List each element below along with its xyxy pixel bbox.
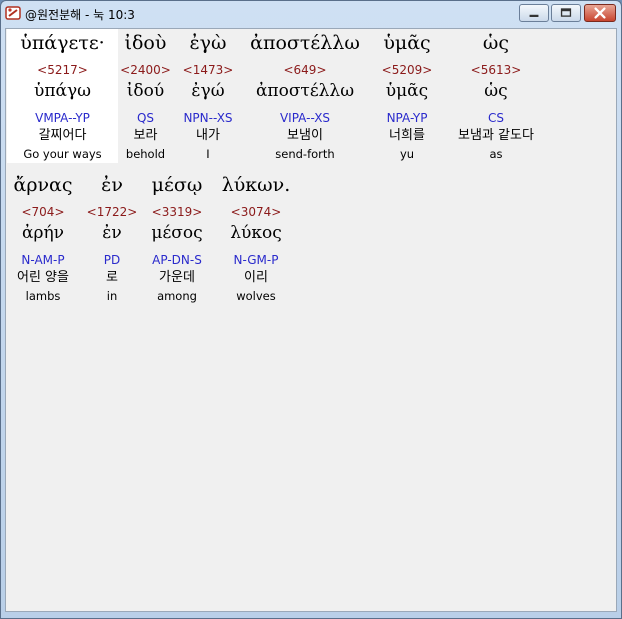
english-gloss: in (106, 289, 118, 303)
greek-word: λύκων. (221, 174, 291, 196)
interlinear-panel: ὑπάγετε· <5217> ὑπάγω VMPA--YP 갈찌어다 Go y… (5, 28, 617, 612)
korean-gloss: 어린 양을 (17, 270, 69, 285)
minimize-icon (529, 14, 539, 17)
english-gloss: wolves (236, 289, 276, 303)
parsing-code: N-GM-P (233, 253, 279, 267)
english-gloss: send-forth (275, 147, 335, 161)
maximize-icon (560, 8, 572, 17)
word-cell[interactable]: ὑμᾶς <5209> ὑμᾶς NPA-YP 너희를 yu (372, 29, 442, 163)
korean-gloss: 보라 (133, 128, 158, 143)
word-cell[interactable]: ἐν <1722> ἐν PD 로 in (84, 171, 140, 305)
strongs-number: <704> (21, 205, 65, 219)
english-gloss: among (157, 289, 197, 303)
lemma: λύκος (230, 223, 282, 243)
close-button[interactable] (584, 4, 616, 22)
lemma: ὑπάγω (33, 81, 91, 101)
greek-word: μέσῳ (151, 174, 203, 196)
parsing-code: VIPA--XS (279, 111, 331, 125)
app-window: @원전분해 - 눅 10:3 ὑπάγετε· <5217> ὑπάγω VMP… (0, 0, 622, 619)
greek-word: ἄρνας (13, 174, 73, 196)
strongs-number: <649> (283, 63, 327, 77)
word-cell[interactable]: ὑπάγετε· <5217> ὑπάγω VMPA--YP 갈찌어다 Go y… (7, 29, 118, 163)
parsing-code: PD (103, 253, 121, 267)
korean-gloss: 보냄이 (287, 128, 323, 143)
english-gloss: as (489, 147, 503, 161)
english-gloss: behold (125, 147, 166, 161)
parsing-code: NPA-YP (386, 111, 428, 125)
strongs-number: <2400> (120, 63, 171, 77)
strongs-number: <5613> (470, 63, 522, 77)
strongs-number: <3074> (230, 205, 282, 219)
greek-word: ἀποστέλλω (250, 32, 360, 54)
strongs-number: <5217> (37, 63, 88, 77)
parsing-code: AP-DN-S (152, 253, 202, 267)
greek-word: ἰδοὺ (124, 32, 167, 54)
strongs-number: <5209> (381, 63, 433, 77)
lemma: ἐγώ (191, 81, 225, 101)
strongs-number: <1722> (86, 205, 138, 219)
lemma: ἀποστέλλω (255, 81, 355, 101)
greek-word: ὑμᾶς (383, 32, 431, 54)
greek-word: ὡς (482, 32, 510, 54)
word-cell[interactable]: ἐγὼ <1473> ἐγώ NPN--XS 내가 I (176, 29, 240, 163)
korean-gloss: 너희를 (389, 128, 425, 143)
korean-gloss: 로 (106, 270, 118, 285)
word-cell[interactable]: ὡς <5613> ὡς CS 보냄과 같도다 as (444, 29, 548, 163)
korean-gloss: 가운데 (159, 270, 195, 285)
word-cell[interactable]: ἀποστέλλω <649> ἀποστέλλω VIPA--XS 보냄이 s… (242, 29, 368, 163)
english-gloss: Go your ways (23, 147, 102, 161)
greek-word: ἐγὼ (189, 32, 227, 54)
parsing-code: NPN--XS (183, 111, 233, 125)
parsing-code: N-AM-P (21, 253, 65, 267)
parsing-code: QS (136, 111, 155, 125)
app-icon (5, 6, 21, 20)
strongs-number: <3319> (151, 205, 203, 219)
lemma: ὡς (484, 81, 508, 101)
lemma: ἐν (102, 223, 122, 243)
korean-gloss: 보냄과 같도다 (458, 128, 534, 143)
lemma: ἀρήν (22, 223, 64, 243)
close-icon (594, 7, 606, 19)
greek-word: ἐν (101, 174, 123, 196)
window-title: @원전분해 - 눅 10:3 (25, 8, 135, 22)
word-cell[interactable]: ἰδοὺ <2400> ἰδού QS 보라 behold (118, 29, 173, 163)
word-cell[interactable]: ἄρνας <704> ἀρήν N-AM-P 어린 양을 lambs (7, 171, 79, 305)
lemma: ἰδού (126, 81, 165, 101)
korean-gloss: 이리 (244, 270, 268, 285)
lemma: ὑμᾶς (385, 81, 429, 101)
word-cell[interactable]: μέσῳ <3319> μέσος AP-DN-S 가운데 among (143, 171, 211, 305)
minimize-button[interactable] (519, 4, 549, 22)
english-gloss: I (206, 147, 210, 161)
strongs-number: <1473> (182, 63, 234, 77)
maximize-button[interactable] (551, 4, 581, 22)
english-gloss: yu (399, 147, 415, 161)
parsing-code: VMPA--YP (35, 111, 90, 125)
korean-gloss: 갈찌어다 (38, 128, 87, 143)
lemma: μέσος (151, 223, 203, 243)
title-bar[interactable]: @원전분해 - 눅 10:3 (1, 1, 621, 27)
word-cell[interactable]: λύκων. <3074> λύκος N-GM-P 이리 wolves (214, 171, 298, 305)
parsing-code: CS (488, 111, 504, 125)
korean-gloss: 내가 (196, 128, 220, 143)
greek-word: ὑπάγετε· (20, 32, 105, 54)
english-gloss: lambs (25, 289, 61, 303)
